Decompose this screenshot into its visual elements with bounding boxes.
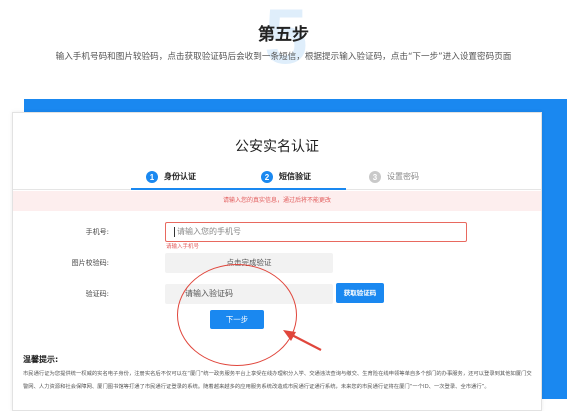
- get-code-button[interactable]: 获取验证码: [336, 283, 384, 303]
- step-description: 输入手机号码和图片较验码，点击获取验证码后会收到一条短信，根据提示输入验证码，点…: [55, 52, 512, 62]
- tips-title: 温馨提示:: [23, 355, 59, 364]
- step-label: 短信验证: [279, 172, 311, 181]
- code-label: 验证码:: [85, 290, 109, 298]
- tips-text: 市民通行证为您提供统一权威的实名电子身份，注册实名后不仅可以在“厦门”统一政务服…: [23, 371, 532, 390]
- step-label: 身份认证: [164, 172, 196, 181]
- card-title: 公安实名认证: [235, 139, 319, 155]
- notice-banner: 请输入您的真实信息，通过后将不能更改: [13, 191, 541, 211]
- step-number-icon: 2: [261, 171, 273, 183]
- captcha-label: 图片校验码:: [71, 259, 109, 267]
- text-caret: [174, 226, 175, 237]
- phone-input[interactable]: 请输入您的手机号: [165, 222, 467, 242]
- step-item-identity: 1 身份认证: [146, 170, 196, 184]
- step-item-password: 3 设置密码: [369, 170, 419, 184]
- step-label: 设置密码: [387, 172, 419, 181]
- step-number-icon: 1: [146, 171, 158, 183]
- phone-label: 手机号:: [85, 228, 109, 236]
- phone-error-message: 请输入手机号: [166, 244, 200, 250]
- phone-placeholder: 请输入您的手机号: [177, 227, 241, 236]
- page-title: 第五步: [258, 25, 309, 45]
- verification-card: 公安实名认证 1 身份认证 2 短信验证 3 设置密码 请输入您的真实信息，通过…: [12, 112, 542, 411]
- step-number-icon: 3: [369, 171, 381, 183]
- step-item-sms: 2 短信验证: [261, 170, 311, 184]
- annotation-circle: [177, 264, 297, 366]
- steps-active-indicator: [131, 188, 346, 190]
- progress-steps: 1 身份认证 2 短信验证 3 设置密码: [13, 166, 541, 190]
